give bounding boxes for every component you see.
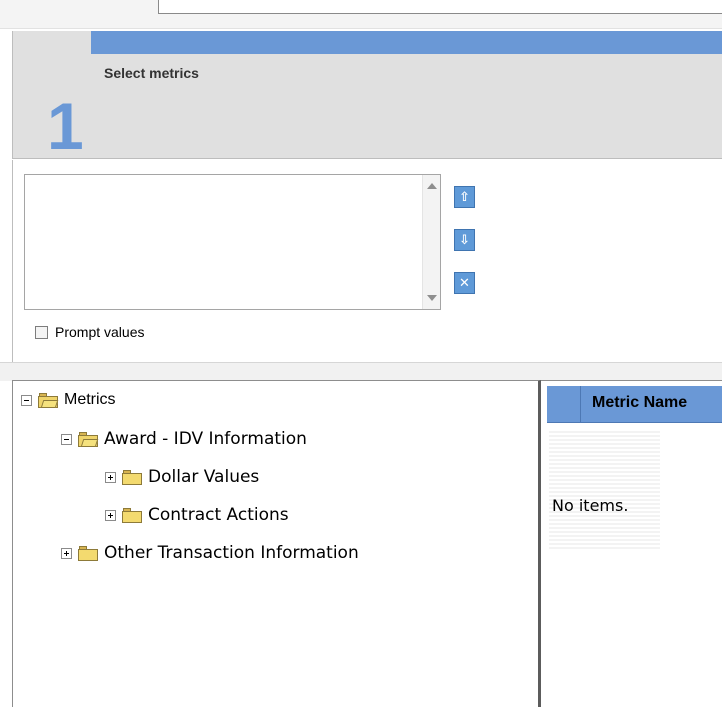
top-strip: [0, 0, 722, 29]
collapse-icon[interactable]: [61, 433, 72, 445]
metric-table-header: Metric Name: [547, 386, 722, 423]
scroll-down-icon[interactable]: [427, 295, 437, 301]
double-chevron-up-icon: ⇧: [459, 189, 470, 205]
collapse-icon[interactable]: [21, 394, 32, 406]
prompt-values-row[interactable]: Prompt values: [35, 322, 144, 342]
metrics-tree-panel: Metrics Award - IDV Information Dollar V…: [12, 380, 541, 707]
tree-item-label: Dollar Values: [148, 467, 260, 487]
no-items-message: No items.: [552, 496, 629, 515]
open-folder-icon: [78, 431, 98, 447]
step-header-bar: [91, 31, 722, 54]
section-divider: [0, 362, 722, 381]
tree-item-metrics[interactable]: Metrics: [21, 389, 116, 411]
double-chevron-down-icon: ⇩: [459, 232, 470, 248]
tree-item-label: Contract Actions: [148, 505, 289, 525]
metric-results-panel: Metric Name No items.: [541, 380, 722, 707]
folder-icon: [78, 545, 98, 561]
selected-metrics-list[interactable]: [24, 174, 441, 310]
select-column-header: [547, 386, 581, 422]
expand-icon[interactable]: [105, 471, 116, 483]
tree-item-dollar-values[interactable]: Dollar Values: [105, 466, 259, 488]
selected-metrics-area: ⇧ ⇩ ✕ Prompt values: [12, 160, 722, 364]
tree-item-label: Award - IDV Information: [104, 429, 307, 449]
tree-item-label: Metrics: [64, 391, 116, 408]
expand-icon[interactable]: [105, 509, 116, 521]
move-top-button[interactable]: ⇧: [454, 186, 475, 208]
expand-icon[interactable]: [61, 547, 72, 559]
step-title: Select metrics: [104, 65, 199, 81]
metric-name-header[interactable]: Metric Name: [592, 394, 687, 412]
open-folder-icon: [38, 392, 58, 408]
empty-table-grid: [549, 431, 660, 549]
step-header: 1 Select metrics: [12, 31, 722, 159]
step-number: 1: [47, 89, 84, 163]
close-icon: ✕: [459, 275, 470, 291]
top-input-box: [158, 0, 722, 14]
remove-button[interactable]: ✕: [454, 272, 475, 294]
listbox-scrollbar[interactable]: [422, 175, 440, 309]
prompt-values-checkbox[interactable]: [35, 325, 48, 339]
tree-item-contract-actions[interactable]: Contract Actions: [105, 504, 289, 526]
prompt-values-label: Prompt values: [55, 324, 145, 340]
move-bottom-button[interactable]: ⇩: [454, 229, 475, 251]
tree-item-other-transaction-information[interactable]: Other Transaction Information: [61, 542, 359, 564]
folder-icon: [122, 469, 142, 485]
scroll-up-icon[interactable]: [427, 183, 437, 189]
tree-item-label: Other Transaction Information: [104, 543, 359, 563]
tree-item-award-idv-information[interactable]: Award - IDV Information: [61, 428, 307, 450]
folder-icon: [122, 507, 142, 523]
